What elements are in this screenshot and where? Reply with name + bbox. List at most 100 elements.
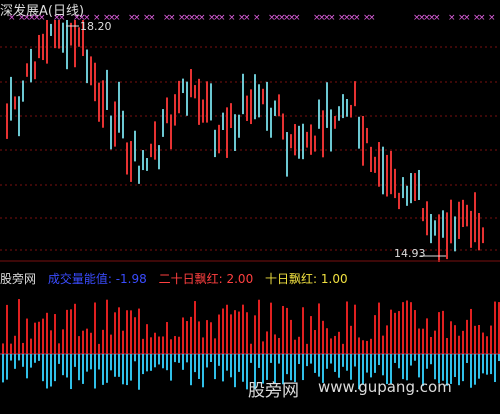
indicator-neg-bar — [302, 354, 304, 381]
indicator-pos-bar — [382, 335, 384, 354]
indicator-pos-bar — [434, 330, 436, 354]
indicator-pos-bar — [298, 336, 300, 354]
indicator-neg-bar — [166, 354, 168, 371]
price-bar — [14, 96, 16, 110]
indicator-pos-bar — [438, 312, 440, 354]
legend-20day-red: 二十日飘红: 2.00 — [158, 272, 254, 286]
signal-marker: × — [448, 13, 456, 23]
indicator-pos-bar — [142, 338, 144, 354]
indicator-pos-bar — [2, 343, 4, 354]
price-bar — [118, 81, 120, 133]
price-bar — [470, 210, 472, 248]
indicator-pos-bar — [214, 338, 216, 354]
indicator-neg-bar — [2, 354, 4, 383]
price-bar — [174, 94, 176, 126]
signal-marker: × — [463, 13, 471, 23]
indicator-pos-bar — [402, 302, 404, 354]
price-chart-panel[interactable]: × × × × × × × × × × × × × × × × × × × × × × × × × × × × × × × × × × × × × × × ×… — [0, 0, 500, 262]
indicator-neg-bar — [330, 354, 332, 364]
price-bar — [322, 110, 324, 158]
price-bar — [34, 61, 36, 80]
indicator-neg-bar — [118, 354, 120, 377]
indicator-neg-bar — [334, 354, 336, 372]
price-bar — [226, 107, 228, 158]
indicator-pos-bar — [114, 312, 116, 354]
price-bar — [450, 199, 452, 244]
price-bar — [286, 132, 288, 177]
price-bar — [18, 96, 20, 137]
indicator-pos-bar — [94, 302, 96, 354]
indicator-pos-bar — [118, 307, 120, 354]
signal-marker: × — [198, 13, 206, 23]
indicator-pos-bar — [390, 309, 392, 354]
indicator-pos-bar — [262, 341, 264, 354]
indicator-pos-bar — [14, 335, 16, 354]
indicator-pos-bar — [70, 309, 72, 354]
signal-marker: × — [293, 13, 301, 23]
indicator-neg-bar — [478, 354, 480, 379]
price-bar — [402, 177, 404, 199]
price-bar — [370, 146, 372, 172]
low-price-label: 14.93 — [394, 247, 426, 260]
price-bar — [458, 201, 460, 239]
price-bar — [134, 130, 136, 162]
price-bar — [10, 76, 12, 121]
indicator-pos-bar — [354, 304, 356, 354]
indicator-neg-bar — [258, 354, 260, 368]
indicator-neg-bar — [78, 354, 80, 381]
indicator-pos-bar — [90, 332, 92, 354]
indicator-neg-bar — [42, 354, 44, 382]
price-bar — [58, 20, 60, 49]
indicator-pos-bar — [6, 304, 8, 354]
price-bar — [382, 146, 384, 195]
signal-marker: × — [168, 13, 176, 23]
indicator-pos-bar — [294, 339, 296, 354]
price-bar — [314, 135, 316, 152]
indicator-neg-bar — [366, 354, 368, 373]
price-bar — [142, 150, 144, 171]
price-bar — [426, 201, 428, 236]
price-bar — [54, 20, 56, 49]
indicator-neg-bar — [470, 354, 472, 388]
price-bar — [298, 125, 300, 159]
indicator-neg-bar — [110, 354, 112, 371]
price-bar — [190, 69, 192, 98]
indicator-neg-bar — [194, 354, 196, 373]
price-bar — [182, 78, 184, 94]
indicator-pos-bar — [310, 316, 312, 354]
watermark-cn: 股旁网 — [248, 381, 299, 401]
signal-marker: × — [228, 13, 236, 23]
indicator-pos-bar — [302, 307, 304, 354]
indicator-pos-bar — [18, 299, 20, 354]
indicator-pos-bar — [186, 321, 188, 354]
signal-marker: × — [478, 13, 486, 23]
signal-marker: × — [353, 13, 361, 23]
price-bar — [74, 20, 76, 68]
legend-volume-energy: 成交量能值: -1.98 — [47, 272, 147, 286]
indicator-neg-bar — [26, 354, 28, 379]
indicator-pos-bar — [150, 337, 152, 354]
indicator-neg-bar — [218, 354, 220, 366]
price-bar — [274, 100, 276, 116]
indicator-panel[interactable]: 股旁网 成交量能值: -1.98 二十日飘红: 2.00 十日飘红: 1.00 … — [0, 264, 500, 414]
signal-marker: × — [148, 13, 156, 23]
price-bar — [198, 78, 200, 125]
price-bar — [258, 84, 260, 118]
price-bar — [442, 210, 444, 238]
indicator-pos-bar — [166, 322, 168, 354]
price-bar — [478, 213, 480, 251]
price-chart-canvas[interactable]: × ××××× ×× ××× × ××× ×× ×× ×× ××××× ××× × ×× × ×××××× ×… — [0, 0, 500, 262]
price-bar — [234, 114, 236, 151]
indicator-pos-bar — [154, 332, 156, 354]
indicator-pos-bar — [430, 336, 432, 354]
indicator-neg-bar — [226, 354, 228, 371]
indicator-neg-bar — [482, 354, 484, 374]
indicator-neg-bar — [486, 354, 488, 375]
indicator-pos-bar — [74, 303, 76, 354]
indicator-neg-bar — [370, 354, 372, 378]
indicator-neg-bar — [90, 354, 92, 370]
indicator-pos-bar — [106, 299, 108, 354]
indicator-neg-bar — [130, 354, 132, 381]
indicator-neg-bar — [98, 354, 100, 370]
indicator-pos-bar — [342, 343, 344, 354]
